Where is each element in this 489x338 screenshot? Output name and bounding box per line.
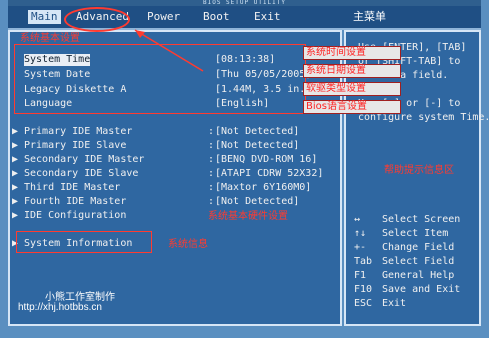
basic-settings-callout-box — [14, 44, 306, 114]
overlay-time-label: 系统时间设置 — [303, 46, 401, 60]
bios-screen: BIOS SETUP UTILITY Main Advanced Power B… — [0, 0, 489, 338]
sysinfo-callout-box — [16, 231, 152, 253]
submenu-arrow-icon: ▶ — [12, 154, 19, 165]
hardware-caption: 系统基本硬件设置 — [208, 211, 288, 222]
key-hint: F1 General Help — [354, 270, 455, 281]
overlay-language-label: Bios语言设置 — [303, 100, 401, 114]
row-label: Fourth IDE Master — [24, 196, 127, 207]
key-hint: Tab Select Field — [354, 256, 455, 267]
key-hint: +- Change Field — [354, 242, 455, 253]
menu-power[interactable]: Power — [147, 10, 180, 24]
key-hint: F10 Save and Exit — [354, 284, 461, 295]
system-info-caption: 系统信息 — [168, 239, 208, 250]
row-label: IDE Configuration — [24, 210, 127, 221]
row-label: Third IDE Master — [24, 182, 121, 193]
help-hint-caption: 帮助提示信息区 — [384, 165, 454, 176]
menu-exit[interactable]: Exit — [254, 10, 281, 24]
submenu-arrow-icon: ▶ — [12, 168, 19, 179]
row-label: Secondary IDE Master — [24, 154, 145, 165]
key-hint: ↔ Select Screen — [354, 214, 461, 225]
submenu-arrow-icon: ▶ — [12, 196, 19, 207]
row-label: Primary IDE Slave — [24, 140, 127, 151]
row-label: Primary IDE Master — [24, 126, 133, 137]
overlay-floppy-label: 软驱类型设置 — [303, 82, 401, 96]
key-hint: ESC Exit — [354, 298, 407, 309]
submenu-arrow-icon: ▶ — [12, 126, 19, 137]
overlay-date-label: 系统日期设置 — [303, 64, 401, 78]
menu-main[interactable]: Main — [28, 10, 61, 24]
submenu-arrow-icon: ▶ — [12, 210, 19, 221]
help-panel-title: 主菜单 — [353, 10, 386, 23]
watermark-url: http://xhj.hotbbs.cn — [18, 302, 102, 313]
menu-boot[interactable]: Boot — [203, 10, 230, 24]
advanced-callout-ellipse — [64, 7, 130, 32]
submenu-arrow-icon: ▶ — [12, 140, 19, 151]
row-label: Secondary IDE Slave — [24, 168, 139, 179]
submenu-arrow-icon: ▶ — [12, 182, 19, 193]
key-hint: ↑↓ Select Item — [354, 228, 449, 239]
studio-watermark: 小熊工作室制作 — [45, 292, 115, 303]
